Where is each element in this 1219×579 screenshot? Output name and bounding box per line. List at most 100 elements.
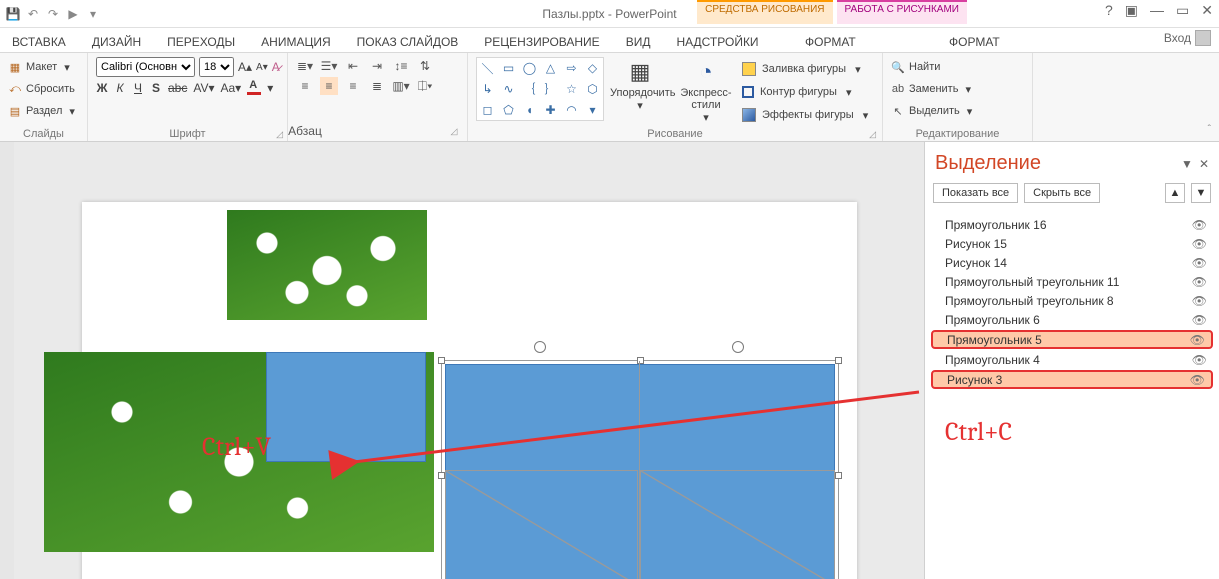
align-left-button[interactable]: ≡	[296, 77, 314, 95]
bold-button[interactable]: Ж	[96, 81, 108, 95]
tab-transitions[interactable]: ПЕРЕХОДЫ	[163, 32, 239, 52]
visibility-toggle-icon[interactable]: 👁	[1192, 313, 1207, 327]
shape-diamond-icon[interactable]: ◇	[588, 61, 597, 75]
font-family-select[interactable]: Calibri (Основн	[96, 57, 195, 77]
qat-undo-icon[interactable]: ↶	[24, 7, 42, 21]
list-item[interactable]: Прямоугольный треугольник 8👁	[931, 291, 1213, 310]
qat-save-icon[interactable]: 💾	[4, 7, 22, 21]
shape-curve-icon[interactable]: ∿	[503, 82, 513, 96]
pane-options-icon[interactable]: ▼	[1181, 157, 1193, 171]
visibility-toggle-icon[interactable]: 👁	[1192, 294, 1207, 308]
resize-handle[interactable]	[835, 357, 842, 364]
font-color-button[interactable]	[247, 81, 261, 95]
shape-callout-icon[interactable]: ◻	[483, 103, 493, 117]
list-item[interactable]: Прямоугольник 4👁	[931, 350, 1213, 369]
text-direction-button[interactable]: ⇅	[416, 57, 434, 75]
slide-layout-button[interactable]: ▦ Макет ▾	[8, 57, 79, 77]
list-item-selected[interactable]: Рисунок 3👁	[931, 370, 1213, 389]
hide-all-button[interactable]: Скрыть все	[1024, 183, 1100, 203]
shape-brace2-icon[interactable]: ｝	[544, 80, 556, 97]
align-right-button[interactable]: ≡	[344, 77, 362, 95]
shape-brace-icon[interactable]: ｛	[523, 80, 535, 97]
context-tab-picture-tools[interactable]: РАБОТА С РИСУНКАМИ	[837, 0, 967, 24]
rotate-handle-icon[interactable]	[732, 341, 744, 353]
tab-animations[interactable]: АНИМАЦИЯ	[257, 32, 334, 52]
tab-insert[interactable]: ВСТАВКА	[8, 32, 70, 52]
tab-format-picture[interactable]: ФОРМАТ	[945, 32, 1004, 52]
columns-button[interactable]: ▥▾	[392, 77, 410, 95]
shape-rect-icon[interactable]: ▭	[503, 61, 514, 75]
list-item[interactable]: Прямоугольник 16👁	[931, 215, 1213, 234]
shadow-button[interactable]: S	[150, 81, 162, 95]
list-item[interactable]: Прямоугольный треугольник 11👁	[931, 272, 1213, 291]
context-tab-drawing-tools[interactable]: СРЕДСТВА РИСОВАНИЯ	[697, 0, 832, 24]
move-up-button[interactable]: ▲	[1165, 183, 1185, 203]
decrease-indent-button[interactable]: ⇤	[344, 57, 362, 75]
shape-plus-icon[interactable]: ✚	[545, 103, 555, 117]
shape-star-icon[interactable]: ☆	[566, 82, 577, 96]
tab-review[interactable]: РЕЦЕНЗИРОВАНИЕ	[480, 32, 603, 52]
tab-view[interactable]: ВИД	[622, 32, 655, 52]
line-spacing-button[interactable]: ↕≡	[392, 57, 410, 75]
visibility-toggle-icon[interactable]: 👁	[1190, 333, 1205, 347]
shape-fill-button[interactable]: Заливка фигуры ▾	[742, 59, 868, 79]
shapes-gallery[interactable]: ＼ ▭ ◯ △ ⇨ ◇ ↳ ∿ ｛ ｝ ☆ ⬡ ◻ ⬠ ◖ ✚ ◠	[476, 57, 604, 121]
shape-right-triangle-2[interactable]	[640, 470, 835, 579]
strike-button[interactable]: abc	[168, 81, 187, 95]
show-all-button[interactable]: Показать все	[933, 183, 1018, 203]
list-item[interactable]: Рисунок 15👁	[931, 234, 1213, 253]
resize-handle[interactable]	[835, 472, 842, 479]
bullets-button[interactable]: ≣▾	[296, 57, 314, 75]
move-down-button[interactable]: ▼	[1191, 183, 1211, 203]
collapse-ribbon-icon[interactable]: ˆ	[1208, 124, 1211, 135]
shape-round-icon[interactable]: ◖	[526, 103, 533, 117]
select-button[interactable]: ↖ Выделить ▾	[891, 101, 1024, 121]
resize-handle[interactable]	[438, 357, 445, 364]
minimize-icon[interactable]: —	[1150, 2, 1164, 19]
italic-button[interactable]: К	[114, 81, 126, 95]
tab-design[interactable]: ДИЗАЙН	[88, 32, 145, 52]
font-dialog-launcher[interactable]: ◿	[276, 129, 283, 140]
maximize-icon[interactable]: ▭	[1176, 2, 1189, 19]
visibility-toggle-icon[interactable]: 👁	[1192, 218, 1207, 232]
arrange-button[interactable]: ▦ Упорядочить▾	[610, 57, 670, 128]
list-item-selected[interactable]: Прямоугольник 5👁	[931, 330, 1213, 349]
qat-start-icon[interactable]: ▶	[64, 7, 82, 21]
shape-arrow-icon[interactable]: ⇨	[566, 61, 576, 75]
ribbon-display-icon[interactable]: ▣	[1125, 2, 1138, 19]
list-item[interactable]: Прямоугольник 6👁	[931, 310, 1213, 329]
help-icon[interactable]: ?	[1105, 2, 1113, 19]
qat-more-icon[interactable]: ▾	[84, 7, 102, 21]
sign-in[interactable]: Вход	[1164, 30, 1211, 46]
shape-line-icon[interactable]: ＼	[481, 60, 493, 77]
shape-effects-button[interactable]: Эффекты фигуры ▾	[742, 105, 868, 125]
font-size-select[interactable]: 18	[199, 57, 234, 77]
close-icon[interactable]: ✕	[1201, 2, 1213, 19]
pane-close-icon[interactable]: ✕	[1199, 157, 1209, 171]
char-spacing-button[interactable]: AV▾	[193, 81, 214, 95]
visibility-toggle-icon[interactable]: 👁	[1192, 256, 1207, 270]
visibility-toggle-icon[interactable]: 👁	[1192, 237, 1207, 251]
shape-hex-icon[interactable]: ⬡	[587, 82, 597, 96]
shape-pent-icon[interactable]: ⬠	[503, 103, 513, 117]
underline-button[interactable]: Ч	[132, 81, 144, 95]
increase-font-icon[interactable]: A▴	[238, 60, 252, 74]
slide-thumbnail-rail[interactable]	[0, 142, 14, 579]
slide-reset-button[interactable]: ⤺ Сбросить	[8, 79, 79, 99]
shape-right-triangle-1[interactable]	[445, 470, 638, 579]
decrease-font-icon[interactable]: A▾	[256, 62, 268, 73]
increase-indent-button[interactable]: ⇥	[368, 57, 386, 75]
picture-small-daisies[interactable]	[227, 210, 427, 320]
tab-format-drawing[interactable]: ФОРМАТ	[801, 32, 860, 52]
shape-ellipse-icon[interactable]: ◯	[523, 61, 536, 75]
list-item[interactable]: Рисунок 14👁	[931, 253, 1213, 272]
clear-format-icon[interactable]: A̷	[272, 60, 280, 74]
shape-elbow-icon[interactable]: ↳	[482, 82, 492, 96]
shape-triangle-icon[interactable]: △	[546, 61, 555, 75]
replace-button[interactable]: ab Заменить ▾	[891, 79, 1024, 99]
shape-more-icon[interactable]: ▾	[589, 103, 595, 117]
rotate-handle-icon[interactable]	[534, 341, 546, 353]
shape-arc-icon[interactable]: ◠	[566, 103, 576, 117]
shape-outline-button[interactable]: Контур фигуры ▾	[742, 82, 868, 102]
resize-handle[interactable]	[438, 472, 445, 479]
